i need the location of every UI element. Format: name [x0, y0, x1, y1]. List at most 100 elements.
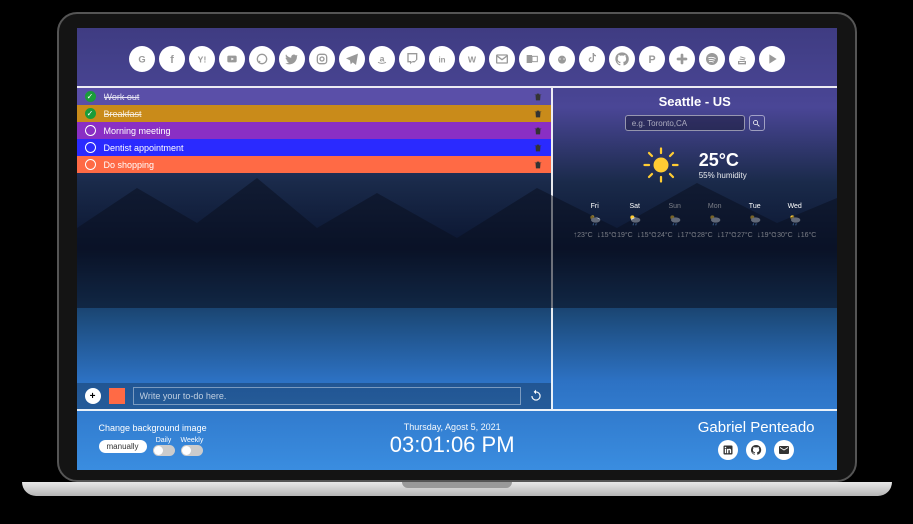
forecast-temps: ↑27°C↓19°C — [733, 230, 776, 239]
svg-text:G: G — [138, 54, 145, 64]
main-area: Work out Breakfast Morning meeting Dentist … — [77, 88, 837, 409]
todo-text: Dentist appointment — [104, 143, 525, 153]
github-icon[interactable] — [746, 440, 766, 460]
stackoverflow-icon[interactable] — [729, 46, 755, 72]
weather-search-row — [625, 115, 765, 131]
time-text: 03:01:06 PM — [217, 432, 688, 458]
delete-todo-button[interactable] — [533, 92, 543, 102]
todo-input[interactable] — [133, 387, 521, 405]
author-name: Gabriel Penteado — [698, 419, 815, 436]
cloud-rain-icon — [707, 212, 723, 228]
todo-item: Work out — [77, 88, 551, 105]
forecast-row: Fri↑23°C↓15°CSat↑19°C↓15°CSun↑24°C↓17°CM… — [578, 203, 812, 239]
instagram-icon[interactable] — [309, 46, 335, 72]
tiktok-icon[interactable] — [579, 46, 605, 72]
reddit-icon[interactable] — [549, 46, 575, 72]
forecast-day-label: Sat — [629, 203, 640, 210]
forecast-day: Mon↑28°C↓17°C — [698, 203, 732, 239]
forecast-day-label: Sun — [668, 203, 680, 210]
forecast-day-label: Fri — [591, 203, 599, 210]
daily-toggle[interactable] — [153, 445, 175, 456]
todo-checkbox[interactable] — [85, 159, 96, 170]
forecast-day-label: Tue — [749, 203, 761, 210]
youtube-icon[interactable] — [219, 46, 245, 72]
todo-text: Breakfast — [104, 109, 525, 119]
cloud-rain-icon — [587, 212, 603, 228]
bg-control-label: Change background image — [99, 423, 207, 433]
forecast-day: Tue↑27°C↓19°C — [738, 203, 772, 239]
svg-text:a: a — [379, 54, 384, 64]
outlook-icon[interactable] — [519, 46, 545, 72]
todo-text: Work out — [104, 92, 525, 102]
todo-panel: Work out Breakfast Morning meeting Dentist … — [77, 88, 551, 409]
forecast-temps: ↑28°C↓17°C — [693, 230, 736, 239]
todo-checkbox[interactable] — [85, 91, 96, 102]
add-todo-button[interactable]: + — [85, 388, 101, 404]
telegram-icon[interactable] — [339, 46, 365, 72]
todo-item: Dentist appointment — [77, 139, 551, 156]
footer: Change background image manually Daily W… — [77, 411, 837, 470]
svg-text:in: in — [438, 55, 445, 64]
gmail-icon[interactable] — [489, 46, 515, 72]
laptop-mockup: Gf Y! a in W P Work out Breakfast Morning meeti… — [22, 12, 892, 512]
todo-checkbox[interactable] — [85, 125, 96, 136]
city-search-input[interactable] — [625, 115, 745, 131]
todo-list: Work out Breakfast Morning meeting Dentist … — [77, 88, 551, 173]
delete-todo-button[interactable] — [533, 126, 543, 136]
todo-checkbox[interactable] — [85, 108, 96, 119]
delete-todo-button[interactable] — [533, 160, 543, 170]
delete-todo-button[interactable] — [533, 143, 543, 153]
daily-label: Daily — [156, 437, 172, 444]
background-control: Change background image manually Daily W… — [99, 423, 207, 456]
twitter-icon[interactable] — [279, 46, 305, 72]
linkedin-icon[interactable] — [718, 440, 738, 460]
author-social-row — [718, 440, 794, 460]
delete-todo-button[interactable] — [533, 109, 543, 119]
svg-text:W: W — [467, 54, 476, 64]
pinterest-icon[interactable]: P — [639, 46, 665, 72]
slack-icon[interactable] — [669, 46, 695, 72]
linkedin-icon[interactable]: in — [429, 46, 455, 72]
current-weather: 25°C 55% humidity — [643, 147, 747, 183]
forecast-day: Sun↑24°C↓17°C — [658, 203, 692, 239]
weather-city: Seattle - US — [659, 94, 731, 109]
play-icon[interactable] — [759, 46, 785, 72]
author-block: Gabriel Penteado — [698, 419, 815, 460]
github-icon[interactable] — [609, 46, 635, 72]
wikipedia-icon[interactable]: W — [459, 46, 485, 72]
manual-bg-button[interactable]: manually — [99, 440, 147, 453]
facebook-icon[interactable]: f — [159, 46, 185, 72]
forecast-temps: ↑23°C↓15°C — [573, 230, 616, 239]
forecast-day: Sat↑19°C↓15°C — [618, 203, 652, 239]
color-picker-button[interactable] — [109, 388, 125, 404]
todo-checkbox[interactable] — [85, 142, 96, 153]
whatsapp-icon[interactable] — [249, 46, 275, 72]
amazon-icon[interactable]: a — [369, 46, 395, 72]
app-screen: Gf Y! a in W P Work out Breakfast Morning meeti… — [77, 28, 837, 470]
forecast-temps: ↑30°C↓16°C — [773, 230, 816, 239]
svg-text:Y!: Y! — [197, 54, 206, 64]
google-icon[interactable]: G — [129, 46, 155, 72]
spotify-icon[interactable] — [699, 46, 725, 72]
forecast-day-label: Wed — [788, 203, 802, 210]
sun-icon — [643, 147, 679, 183]
todo-item: Do shopping — [77, 156, 551, 173]
cloud-rain-icon — [667, 212, 683, 228]
forecast-day: Fri↑23°C↓15°C — [578, 203, 612, 239]
forecast-day: Wed↑30°C↓16°C — [778, 203, 812, 239]
yahoo-icon[interactable]: Y! — [189, 46, 215, 72]
clock-block: Thursday, Agost 5, 2021 03:01:06 PM — [217, 422, 688, 458]
forecast-temps: ↑19°C↓15°C — [613, 230, 656, 239]
forecast-day-label: Mon — [708, 203, 722, 210]
todo-text: Morning meeting — [104, 126, 525, 136]
mail-icon[interactable] — [774, 440, 794, 460]
cloud-rain-icon — [747, 212, 763, 228]
twitch-icon[interactable] — [399, 46, 425, 72]
refresh-button[interactable] — [529, 389, 543, 403]
todo-input-bar: + — [77, 383, 551, 409]
todo-text: Do shopping — [104, 160, 525, 170]
temperature-block: 25°C 55% humidity — [699, 150, 747, 180]
humidity: 55% humidity — [699, 171, 747, 180]
weekly-toggle[interactable] — [181, 445, 203, 456]
city-search-button[interactable] — [749, 115, 765, 131]
